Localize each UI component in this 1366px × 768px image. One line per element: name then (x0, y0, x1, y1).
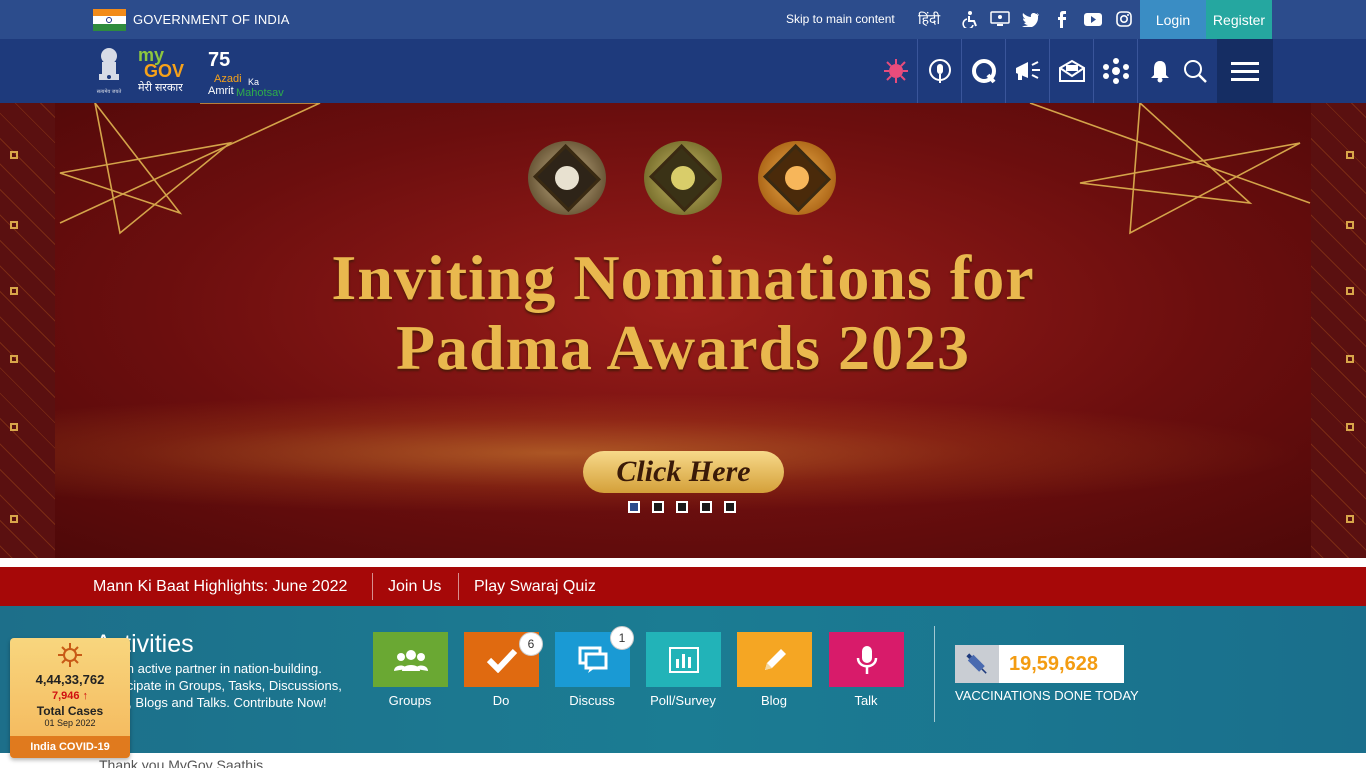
groups-label[interactable]: Groups (365, 693, 455, 708)
blog-tile[interactable] (737, 632, 812, 687)
carousel-dot-5[interactable] (724, 501, 736, 513)
azadi-ka-amrit-mahotsav-logo[interactable]: 75 Azadi Ka Amrit Mahotsav (208, 49, 294, 99)
covid-total-cases: 4,44,33,762 (35, 672, 105, 687)
india-flag-icon (93, 9, 126, 31)
activities-divider (934, 626, 935, 722)
pencil-icon (764, 648, 786, 670)
mygov-gov-text: GOV (144, 61, 185, 81)
covid-total-label: Total Cases (36, 704, 104, 718)
activities-description: Be an active partner in nation-building.… (100, 661, 342, 710)
carousel-dot-2[interactable] (652, 501, 664, 513)
covid-footer-link[interactable]: India COVID-19 (10, 736, 130, 758)
azadi-ka-word: Ka (248, 77, 260, 87)
banner-title-line1: Inviting Nominations for (331, 242, 1035, 313)
campaign-icon[interactable] (1005, 39, 1049, 103)
svg-text:सत्यमेव जयते: सत्यमेव जयते (97, 88, 122, 95)
skip-to-main-content-link[interactable]: Skip to main content (786, 12, 895, 26)
banner-headline: Inviting Nominations for Padma Awards 20… (260, 243, 1106, 383)
poll-icon (668, 646, 699, 673)
discuss-icon (578, 646, 607, 673)
youtube-icon[interactable] (1082, 8, 1104, 30)
click-here-button[interactable]: Click Here (583, 451, 784, 493)
instagram-icon[interactable] (1113, 8, 1135, 30)
discuss-badge: 1 (610, 626, 634, 650)
carousel-dot-4[interactable] (700, 501, 712, 513)
vaccinations-counter: 19,59,628 (955, 645, 1124, 683)
mygov-logo[interactable]: my GOV मेरी सरकार (138, 46, 198, 97)
carousel-dot-1[interactable] (628, 501, 640, 513)
poll-survey-label[interactable]: Poll/Survey (638, 693, 728, 708)
apps-icon[interactable] (1093, 39, 1137, 103)
mygov-sarkar-text: मेरी सरकार (138, 82, 183, 94)
syringe-icon (955, 645, 999, 683)
groups-icon (393, 649, 428, 671)
banner-title-line2: Padma Awards 2023 (395, 312, 971, 383)
mann-ki-baat-link[interactable]: Mann Ki Baat Highlights: June 2022 (93, 578, 347, 596)
national-emblem-logo[interactable]: सत्यमेव जयते (93, 46, 125, 98)
padma-vibhushan-medal-icon (528, 141, 606, 215)
padma-medals (528, 141, 838, 219)
azadi-amrit-word: Amrit (208, 85, 234, 97)
padma-shri-medal-icon (758, 141, 836, 215)
groups-tile[interactable] (373, 632, 448, 687)
hindi-language-link[interactable]: हिंदी (918, 10, 940, 29)
login-button[interactable]: Login (1140, 0, 1206, 39)
sitemap-icon[interactable] (989, 8, 1011, 30)
search-icon[interactable] (1173, 39, 1217, 103)
vaccinations-label: VACCINATIONS DONE TODAY (955, 688, 1139, 703)
newsletter-icon[interactable] (1049, 39, 1093, 103)
check-icon (486, 648, 517, 673)
carousel-dot-3[interactable] (676, 501, 688, 513)
quiz-icon[interactable] (961, 39, 1005, 103)
activities-section: Activities Be an active partner in natio… (0, 606, 1366, 753)
covid-new-cases: 7,946 ↑ (10, 690, 130, 702)
join-us-link[interactable]: Join Us (388, 578, 441, 596)
azadi-word: Azadi (214, 73, 242, 85)
government-title: GOVERNMENT OF INDIA (133, 12, 290, 27)
site-header: सत्यमेव जयते my GOV मेरी सरकार 75 Azadi … (0, 39, 1366, 103)
covid-date: 01 Sep 2022 (44, 718, 96, 728)
blog-label[interactable]: Blog (729, 693, 819, 708)
talk-tile[interactable] (829, 632, 904, 687)
covid-virus-icon (58, 643, 82, 667)
quick-links-bar: Mann Ki Baat Highlights: June 2022 Join … (0, 567, 1366, 606)
padma-bhushan-medal-icon (644, 141, 722, 215)
talk-label[interactable]: Talk (821, 693, 911, 708)
podcast-icon[interactable] (917, 39, 961, 103)
azadi-75-text: 75 (208, 49, 231, 71)
microphone-icon (856, 645, 877, 674)
twitter-icon[interactable] (1020, 8, 1042, 30)
thank-you-text: Thank you MyGov Saathis (99, 757, 264, 768)
poll-survey-tile[interactable] (646, 632, 721, 687)
hero-banner[interactable]: Inviting Nominations for Padma Awards 20… (0, 103, 1366, 558)
banner-left-pattern (0, 103, 55, 558)
do-label[interactable]: Do (456, 693, 546, 708)
banner-right-pattern (1311, 103, 1366, 558)
facebook-icon[interactable] (1051, 8, 1073, 30)
discuss-label[interactable]: Discuss (547, 693, 637, 708)
vaccinations-count: 19,59,628 (1009, 653, 1098, 675)
register-button[interactable]: Register (1206, 0, 1272, 39)
arrow-up-icon: ↑ (82, 690, 89, 702)
covid-virus-icon[interactable] (874, 39, 918, 103)
do-badge: 6 (519, 632, 543, 656)
covid-widget[interactable]: 4,44,33,762 7,946 ↑ Total Cases 01 Sep 2… (10, 638, 130, 758)
covid-new-value: 7,946 (51, 690, 80, 702)
accessibility-icon[interactable] (959, 8, 981, 30)
carousel-pager (628, 501, 740, 513)
play-swaraj-quiz-link[interactable]: Play Swaraj Quiz (474, 578, 596, 596)
azadi-mahotsav-word: Mahotsav (236, 87, 284, 99)
government-bar: GOVERNMENT OF INDIA Skip to main content… (0, 0, 1366, 39)
menu-icon[interactable] (1217, 39, 1273, 103)
